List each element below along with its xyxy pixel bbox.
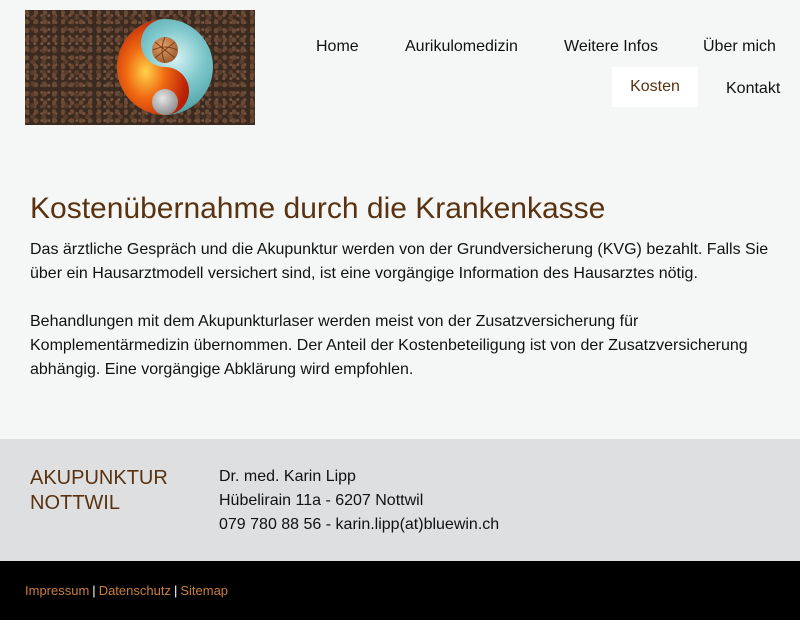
footer-brand-line1: AKUPUNKTUR [30,467,168,489]
nav-weitere-infos[interactable]: Weitere Infos [564,38,658,56]
nav-kosten[interactable]: Kosten [612,67,698,107]
page-title: Kostenübernahme durch die Krankenkasse [30,192,606,225]
footer-contact: Dr. med. Karin Lipp Hübelirain 11a - 620… [219,465,499,537]
impressum-link[interactable]: Impressum [25,583,89,598]
contact-address: Hübelirain 11a - 6207 Nottwil [219,492,424,509]
nav-ueber-mich[interactable]: Über mich [703,38,776,56]
datenschutz-link[interactable]: Datenschutz [99,583,171,598]
legal-separator: | [92,583,96,598]
nav-home[interactable]: Home [316,38,359,56]
site-header: Home Aurikulomedizin Weitere Infos Über … [0,0,800,150]
legal-links: Impressum | Datenschutz | Sitemap [25,583,228,598]
nav-aurikulomedizin[interactable]: Aurikulomedizin [405,38,518,56]
footer-brand-line2: NOTTWIL [30,492,120,514]
site-logo[interactable] [25,10,255,125]
footer-brand: AKUPUNKTUR NOTTWIL [30,466,168,516]
legal-separator: | [173,583,178,598]
nav-kontakt[interactable]: Kontakt [726,80,780,98]
paragraph-zusatzversicherung: Behandlungen mit dem Akupunkturlaser wer… [30,313,748,378]
footer-legal-bar: Impressum | Datenschutz | Sitemap [0,561,800,620]
contact-phone-email: 079 780 88 56 - karin.lipp(at)bluewin.ch [219,516,500,533]
paragraph-grundversicherung: Das ärztliche Gespräch und die Akupunktu… [30,241,769,282]
main-content: Kostenübernahme durch die Krankenkasse D… [30,190,775,382]
footer-contact-band: AKUPUNKTUR NOTTWIL Dr. med. Karin Lipp H… [0,439,800,561]
contact-name: Dr. med. Karin Lipp [219,468,356,485]
yin-yang-logo-icon [117,19,213,115]
sitemap-link[interactable]: Sitemap [180,583,228,598]
